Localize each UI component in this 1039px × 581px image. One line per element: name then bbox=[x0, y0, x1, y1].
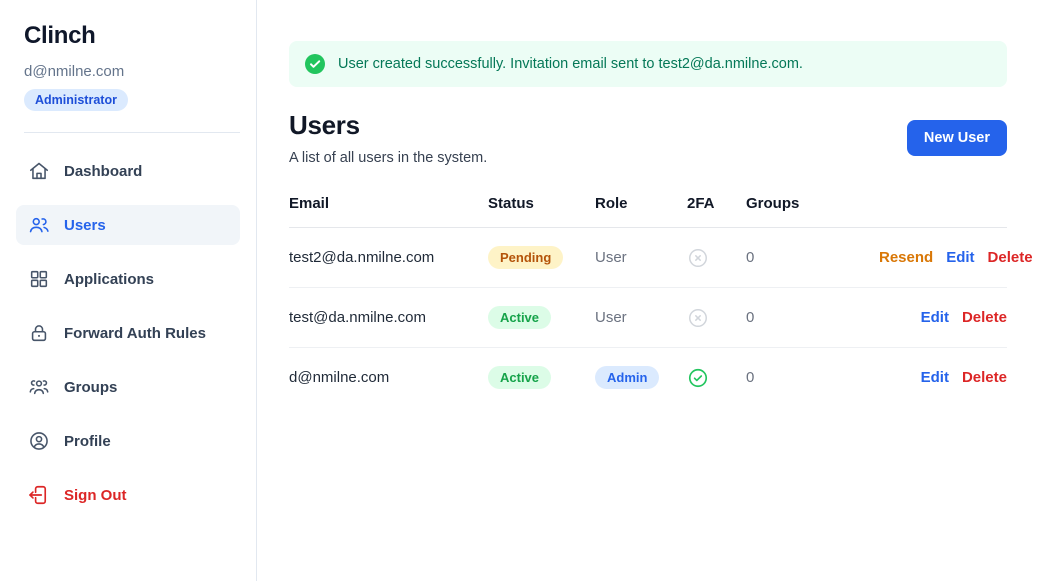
status-badge: Active bbox=[488, 306, 551, 329]
column-header-actions bbox=[866, 195, 1007, 228]
sidebar-item-profile[interactable]: Profile bbox=[16, 421, 240, 461]
edit-link[interactable]: Edit bbox=[921, 369, 949, 386]
actions-cell: ResendEditDelete bbox=[866, 228, 1007, 288]
sidebar-item-forward-auth-rules[interactable]: Forward Auth Rules bbox=[16, 313, 240, 353]
success-check-icon bbox=[305, 54, 325, 74]
page-subtitle: A list of all users in the system. bbox=[289, 150, 487, 166]
user-email-cell: d@nmilne.com bbox=[289, 348, 488, 408]
sidebar-item-label: Forward Auth Rules bbox=[64, 325, 206, 342]
sidebar-user-email: d@nmilne.com bbox=[24, 63, 240, 80]
sidebar-item-sign-out[interactable]: Sign Out bbox=[16, 475, 240, 515]
delete-link[interactable]: Delete bbox=[962, 369, 1007, 386]
sidebar-item-label: Applications bbox=[64, 271, 154, 288]
role-cell: Admin bbox=[595, 348, 687, 408]
sidebar-item-label: Users bbox=[64, 217, 106, 234]
role-cell: User bbox=[595, 228, 687, 288]
twofa-cell bbox=[687, 228, 746, 288]
status-badge: Active bbox=[488, 366, 551, 389]
sidebar-nav: Dashboard Users Applications Forward Auth R… bbox=[16, 151, 240, 515]
column-header-2fa: 2FA bbox=[687, 195, 746, 228]
sidebar-item-applications[interactable]: Applications bbox=[16, 259, 240, 299]
users-icon bbox=[28, 214, 50, 236]
lock-icon bbox=[28, 322, 50, 344]
status-cell: Pending bbox=[488, 228, 595, 288]
edit-link[interactable]: Edit bbox=[946, 249, 974, 266]
sidebar-item-label: Profile bbox=[64, 433, 111, 450]
column-header-groups: Groups bbox=[746, 195, 866, 228]
sidebar-item-dashboard[interactable]: Dashboard bbox=[16, 151, 240, 191]
user-email-cell: test2@da.nmilne.com bbox=[289, 228, 488, 288]
status-cell: Active bbox=[488, 288, 595, 348]
sidebar: Clinch d@nmilne.com Administrator Dashbo… bbox=[0, 0, 257, 581]
actions-cell: Edit Delete bbox=[866, 348, 1007, 408]
status-cell: Active bbox=[488, 348, 595, 408]
role-cell: User bbox=[595, 288, 687, 348]
edit-link[interactable]: Edit bbox=[921, 309, 949, 326]
new-user-button[interactable]: New User bbox=[907, 120, 1007, 156]
column-header-role: Role bbox=[595, 195, 687, 228]
table-row: test@da.nmilne.comActive User 0 Edit Delete bbox=[289, 288, 1007, 348]
resend-link[interactable]: Resend bbox=[879, 249, 933, 266]
page-header: Users A list of all users in the system.… bbox=[289, 110, 1007, 166]
sidebar-item-label: Sign Out bbox=[64, 487, 127, 504]
delete-link[interactable]: Delete bbox=[988, 249, 1033, 266]
success-message: User created successfully. Invitation em… bbox=[338, 56, 803, 72]
role-text: User bbox=[595, 309, 627, 326]
brand-logo: Clinch bbox=[24, 22, 240, 50]
sidebar-item-groups[interactable]: Groups bbox=[16, 367, 240, 407]
sign-out-icon bbox=[28, 484, 50, 506]
actions-cell: Edit Delete bbox=[866, 288, 1007, 348]
role-text: User bbox=[595, 249, 627, 266]
sidebar-item-users[interactable]: Users bbox=[16, 205, 240, 245]
page-title-block: Users A list of all users in the system. bbox=[289, 110, 487, 166]
home-icon bbox=[28, 160, 50, 182]
groups-cell: 0 bbox=[746, 288, 866, 348]
success-banner: User created successfully. Invitation em… bbox=[289, 41, 1007, 87]
user-email-cell: test@da.nmilne.com bbox=[289, 288, 488, 348]
users-table-header: EmailStatusRole2FAGroups bbox=[289, 195, 1007, 228]
table-row: d@nmilne.comActive Admin 0 Edit Delete bbox=[289, 348, 1007, 408]
twofa-cell bbox=[687, 348, 746, 408]
sidebar-item-label: Groups bbox=[64, 379, 117, 396]
sidebar-divider bbox=[24, 132, 240, 133]
status-badge: Pending bbox=[488, 246, 563, 269]
twofa-enabled-icon bbox=[687, 367, 746, 389]
groups-icon bbox=[28, 376, 50, 398]
twofa-disabled-icon bbox=[687, 307, 746, 329]
groups-cell: 0 bbox=[746, 228, 866, 288]
column-header-email: Email bbox=[289, 195, 488, 228]
grid-icon bbox=[28, 268, 50, 290]
sidebar-item-label: Dashboard bbox=[64, 163, 142, 180]
profile-icon bbox=[28, 430, 50, 452]
column-header-status: Status bbox=[488, 195, 595, 228]
twofa-disabled-icon bbox=[687, 247, 746, 269]
administrator-badge: Administrator bbox=[24, 89, 128, 111]
table-row: test2@da.nmilne.comPending User 0 Resend Edi… bbox=[289, 228, 1007, 288]
role-badge: Admin bbox=[595, 366, 659, 389]
page-title: Users bbox=[289, 110, 487, 141]
twofa-cell bbox=[687, 288, 746, 348]
users-table: EmailStatusRole2FAGroups test2@da.nmilne… bbox=[289, 195, 1007, 407]
delete-link[interactable]: Delete bbox=[962, 309, 1007, 326]
groups-cell: 0 bbox=[746, 348, 866, 408]
main-content: User created successfully. Invitation em… bbox=[257, 0, 1039, 581]
